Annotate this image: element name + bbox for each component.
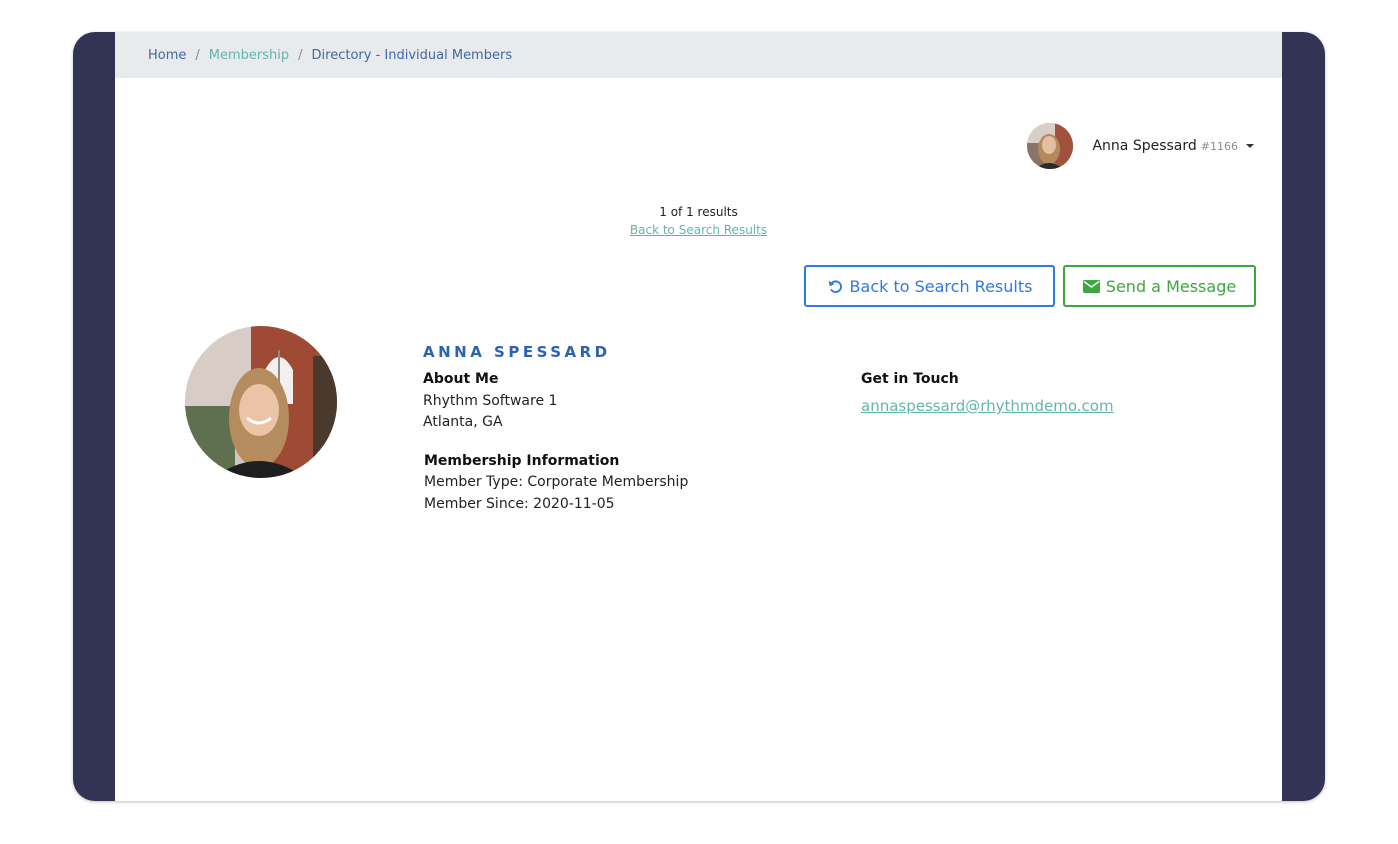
- back-to-results-link[interactable]: Back to Search Results: [630, 223, 767, 237]
- get-in-touch-heading: Get in Touch: [861, 371, 959, 387]
- user-avatar: [1027, 123, 1074, 169]
- member-type-text: Member Type: Corporate Membership: [424, 474, 689, 490]
- breadcrumb-home-link[interactable]: Home: [148, 48, 186, 63]
- breadcrumb-membership-link[interactable]: Membership: [209, 48, 289, 63]
- profile-photo: [185, 326, 337, 478]
- company-text: Rhythm Software 1: [423, 393, 558, 409]
- location-text: Atlanta, GA: [423, 414, 503, 430]
- back-to-search-button[interactable]: Back to Search Results: [804, 265, 1055, 307]
- undo-icon: [828, 280, 842, 293]
- results-count: 1 of 1 results: [659, 205, 738, 219]
- membership-info-heading: Membership Information: [424, 453, 620, 469]
- about-me-heading: About Me: [423, 371, 499, 387]
- member-name: ANNA SPESSARD: [423, 343, 611, 361]
- send-message-label: Send a Message: [1105, 276, 1237, 296]
- page-content: Home / Membership / Directory - Individu…: [115, 32, 1282, 801]
- breadcrumb-separator: /: [195, 47, 200, 63]
- breadcrumb-current: Directory - Individual Members: [311, 47, 513, 63]
- caret-down-icon: [1246, 144, 1254, 148]
- device-frame: Home / Membership / Directory - Individu…: [73, 32, 1325, 801]
- member-since-text: Member Since: 2020-11-05: [424, 496, 615, 512]
- user-name: Anna Spessard: [1092, 138, 1197, 154]
- user-id: #1166: [1200, 139, 1238, 153]
- envelope-icon: [1082, 279, 1100, 293]
- email-link[interactable]: annaspessard@rhythmdemo.com: [861, 397, 1114, 415]
- user-menu-dropdown[interactable]: Anna Spessard #1166: [1027, 123, 1254, 169]
- send-message-button[interactable]: Send a Message: [1063, 265, 1256, 307]
- breadcrumb: Home / Membership / Directory - Individu…: [115, 32, 1282, 78]
- breadcrumb-separator: /: [298, 47, 303, 63]
- back-to-search-label: Back to Search Results: [849, 276, 1033, 296]
